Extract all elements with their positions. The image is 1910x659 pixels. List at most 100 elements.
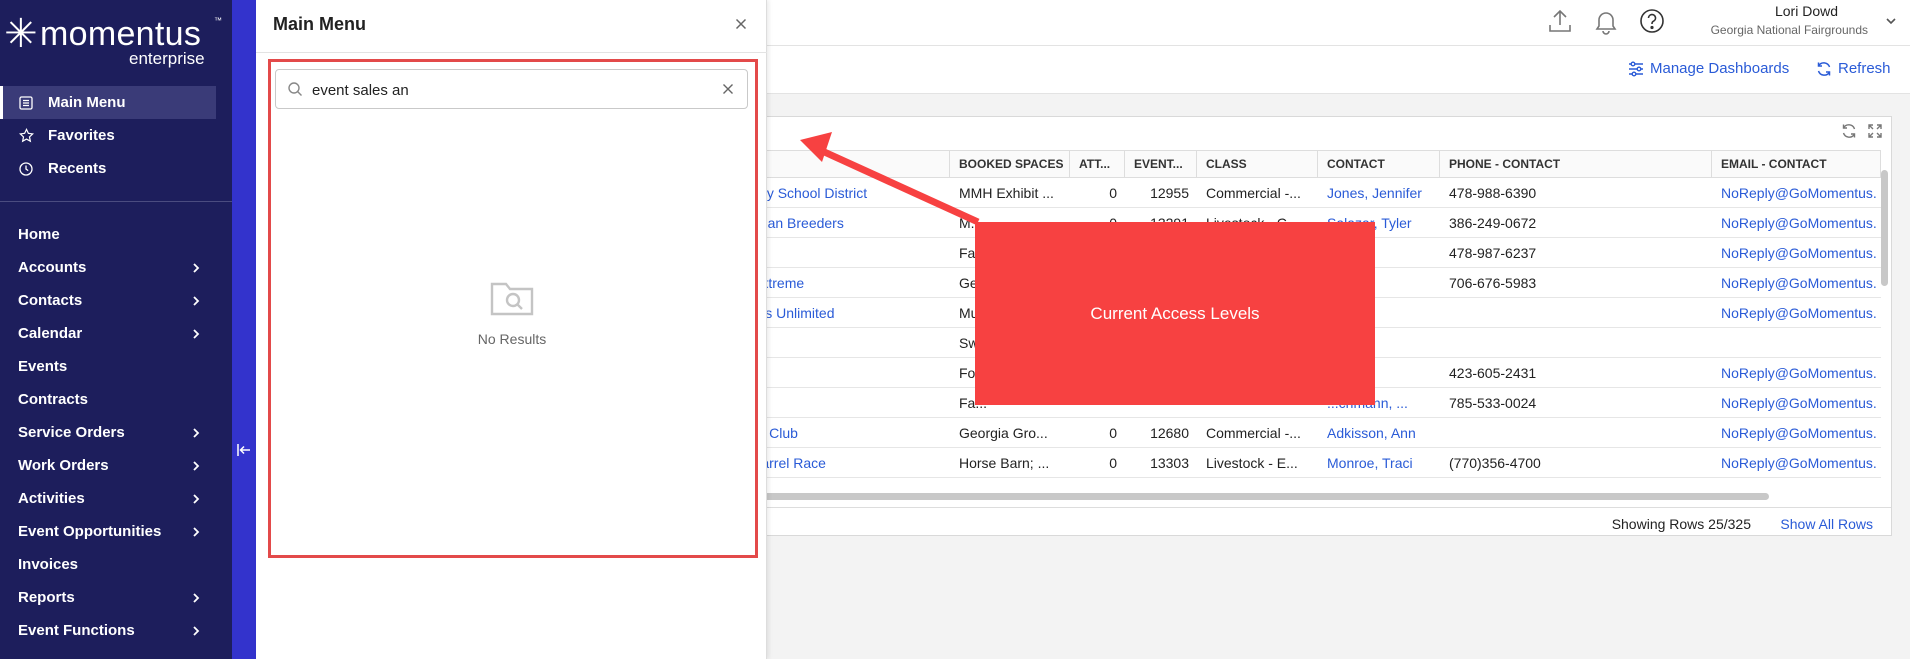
chevron-right-icon <box>190 592 202 604</box>
sidebar-item-home[interactable]: Home <box>0 218 232 251</box>
user-name[interactable]: Lori Dowd <box>1775 3 1838 19</box>
refresh-icon <box>1817 61 1831 76</box>
sidebar-item-label: Service Orders <box>18 424 125 441</box>
table-cell: 785-533-0024 <box>1449 394 1537 411</box>
sidebar-item-recents[interactable]: Recents <box>0 152 232 185</box>
sidebar-item-event-opportunities[interactable]: Event Opportunities <box>0 515 232 548</box>
sidebar-item-contacts[interactable]: Contacts <box>0 284 232 317</box>
chevron-right-icon <box>190 262 202 274</box>
table-cell[interactable]: NoReply@GoMomentus. <box>1712 178 1881 207</box>
chevron-right-icon <box>190 295 202 307</box>
col-header-email[interactable]: EMAIL - CONTACT <box>1712 151 1881 177</box>
chevron-down-icon[interactable] <box>1884 14 1898 28</box>
sidebar-item-work-orders[interactable]: Work Orders <box>0 449 232 482</box>
col-header-event[interactable]: EVENT... <box>1125 151 1197 177</box>
table-cell: MMH Exhibit ... <box>959 184 1054 201</box>
table-cell: (770)356-4700 <box>1449 454 1541 471</box>
sidebar-item-favorites[interactable]: Favorites <box>0 119 232 152</box>
sidebar-item-service-orders[interactable]: Service Orders <box>0 416 232 449</box>
table-row[interactable]: n Kennel ClubGeorgia Gro...012680Commerc… <box>701 418 1881 448</box>
col-header-booked-spaces[interactable]: BOOKED SPACES <box>950 151 1070 177</box>
upload-icon[interactable] <box>1546 7 1574 35</box>
sidebar-item-label: Recents <box>48 160 107 177</box>
sidebar-item-events[interactable]: Events <box>0 350 232 383</box>
sidebar-item-label: Accounts <box>18 259 87 276</box>
expand-icon[interactable] <box>1867 123 1883 144</box>
annotation-callout: Current Access Levels <box>975 222 1375 405</box>
sidebar-item-activities[interactable]: Activities <box>0 482 232 515</box>
clear-search-icon[interactable] <box>721 82 735 96</box>
momentus-logo[interactable]: ✳ momentus ™ enterprise <box>4 14 224 68</box>
chevron-right-icon <box>190 427 202 439</box>
col-header-class[interactable]: CLASS <box>1197 151 1318 177</box>
col-header-attendance[interactable]: ATT... <box>1070 151 1125 177</box>
table-cell[interactable]: NoReply@GoMomentus. <box>1712 208 1881 237</box>
sidebar-item-event-functions[interactable]: Event Functions <box>0 614 232 647</box>
showing-rows-text: Showing Rows 25/325 <box>1611 516 1751 532</box>
menu-search-box <box>275 69 748 109</box>
sidebar-item-label: Event Opportunities <box>18 523 162 540</box>
table-cell[interactable]: Monroe, Traci <box>1318 448 1440 477</box>
col-header-contact[interactable]: CONTACT <box>1318 151 1440 177</box>
chevron-right-icon <box>190 625 202 637</box>
search-icon <box>287 81 303 97</box>
manage-dashboards-button[interactable]: Manage Dashboards <box>1628 60 1789 77</box>
table-row[interactable]: on County School District MMH Exhibit ...… <box>701 178 1881 208</box>
table-cell[interactable]: NoReply@GoMomentus. <box>1712 238 1881 267</box>
clock-icon <box>18 161 34 177</box>
main-menu-title: Main Menu <box>273 14 366 34</box>
table-cell[interactable]: Jones, Jennifer <box>1318 178 1440 207</box>
table-cell[interactable]: NoReply@GoMomentus. <box>1712 448 1881 477</box>
horizontal-scrollbar[interactable] <box>701 490 1881 502</box>
table-cell: 423-605-2431 <box>1449 364 1537 381</box>
sidebar-item-label: Home <box>18 226 60 243</box>
collapse-sidebar-icon[interactable] <box>236 441 254 459</box>
sidebar-item-label: Invoices <box>18 556 79 573</box>
table-cell: Commercial -... <box>1206 184 1301 201</box>
table-cell: 386-249-0672 <box>1449 214 1537 231</box>
reload-icon[interactable] <box>1841 123 1857 144</box>
sliders-icon <box>1629 61 1643 76</box>
table-cell: 13303 <box>1150 454 1189 471</box>
sidebar-item-main-menu[interactable]: Main Menu <box>0 86 216 119</box>
table-cell[interactable] <box>1712 328 1881 357</box>
table-cell[interactable]: NoReply@GoMomentus. <box>1712 358 1881 387</box>
menu-list-icon <box>18 95 34 111</box>
table-cell[interactable]: NoReply@GoMomentus. <box>1712 268 1881 297</box>
table-cell[interactable]: Adkisson, Ann <box>1318 418 1440 447</box>
sidebar-item-contracts[interactable]: Contracts <box>0 383 232 416</box>
brand-name: momentus <box>40 15 202 53</box>
user-org: Georgia National Fairgrounds <box>1710 23 1868 37</box>
bell-icon[interactable] <box>1592 7 1620 35</box>
sidebar-item-reports[interactable]: Reports <box>0 581 232 614</box>
table-row[interactable]: eward Barrel Race Horse Barn; ... 0 13303 Li… <box>701 448 1881 478</box>
close-icon[interactable] <box>733 16 749 32</box>
sidebar-item-label: Contracts <box>18 391 89 408</box>
table-cell[interactable]: NoReply@GoMomentus. <box>1712 418 1881 447</box>
sidebar-item-accounts[interactable]: Accounts <box>0 251 232 284</box>
sidebar-item-label: Calendar <box>18 325 83 342</box>
sidebar-item-label: Contacts <box>18 292 83 309</box>
sidebar-item-calendar[interactable]: Calendar <box>0 317 232 350</box>
sidebar-item-invoices[interactable]: Invoices <box>0 548 232 581</box>
col-header-phone[interactable]: PHONE - CONTACT <box>1440 151 1712 177</box>
sidebar-divider <box>0 201 232 202</box>
table-cell: 478-987-6237 <box>1449 244 1537 261</box>
refresh-button[interactable]: Refresh <box>1816 60 1891 77</box>
vertical-scrollbar[interactable] <box>1879 150 1889 490</box>
chevron-right-icon <box>190 460 202 472</box>
sidebar-item-label: Events <box>18 358 68 375</box>
trademark: ™ <box>214 16 222 25</box>
show-all-rows-link[interactable]: Show All Rows <box>1780 516 1873 532</box>
help-icon[interactable] <box>1638 7 1666 35</box>
menu-search-input[interactable] <box>312 78 702 102</box>
table-cell[interactable]: NoReply@GoMomentus. <box>1712 388 1881 417</box>
table-cell <box>1440 418 1712 447</box>
table-cell: Commercial -... <box>1206 424 1301 441</box>
chevron-right-icon <box>190 328 202 340</box>
refresh-label: Refresh <box>1838 60 1891 77</box>
brand-sub: enterprise <box>129 49 205 68</box>
table-cell: Georgia Gro... <box>959 424 1048 441</box>
table-cell[interactable]: NoReply@GoMomentus. <box>1712 298 1881 327</box>
sidebar-item-label: Activities <box>18 490 85 507</box>
